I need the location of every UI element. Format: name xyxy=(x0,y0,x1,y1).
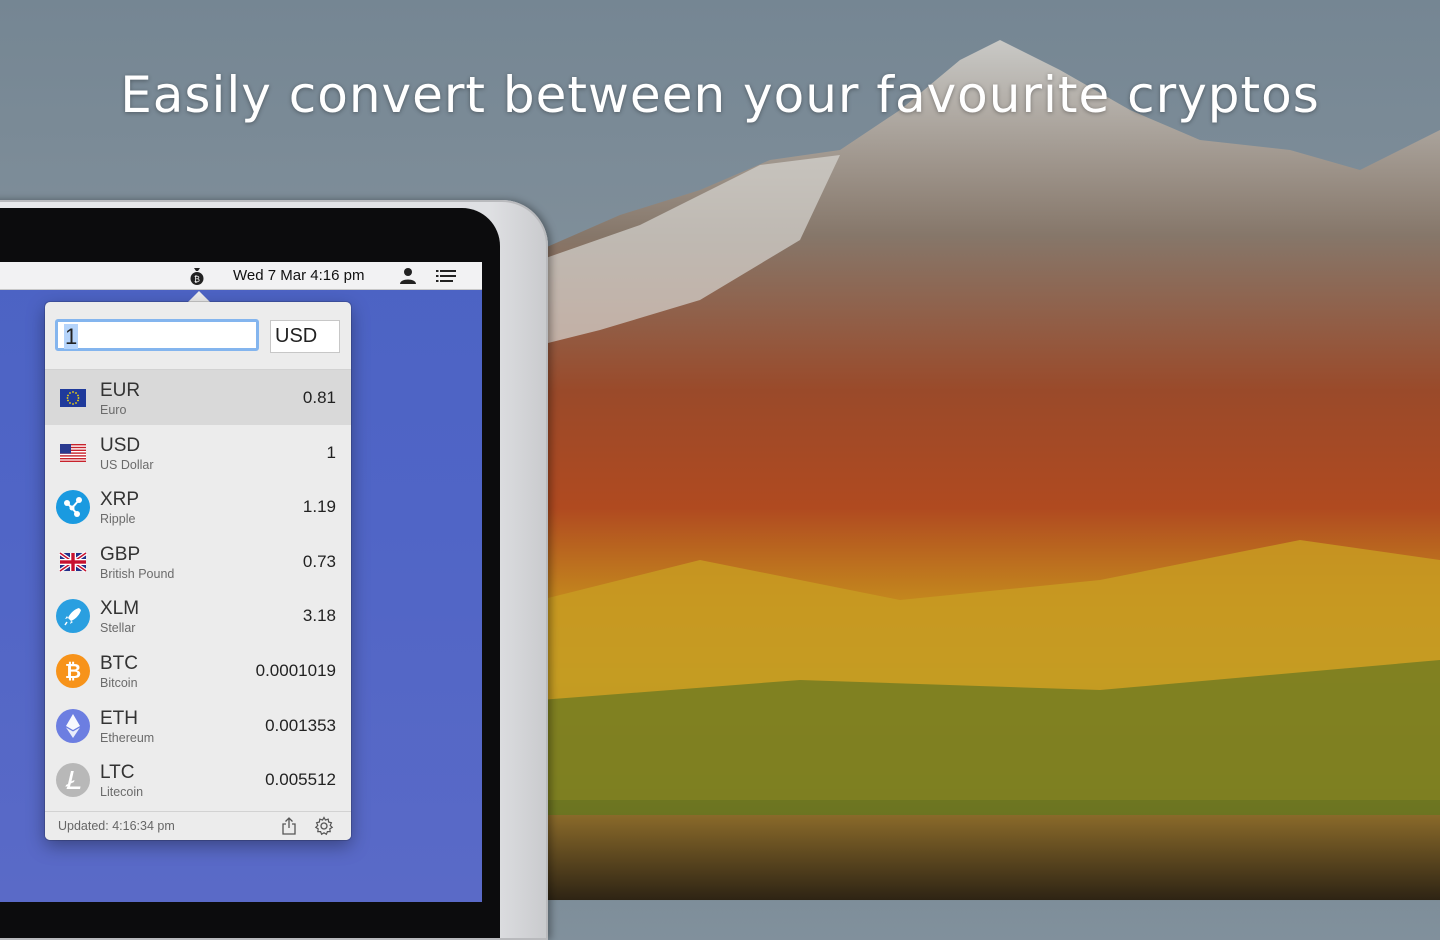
currency-name: Euro xyxy=(100,403,127,417)
base-currency-field[interactable]: USD xyxy=(270,320,340,353)
litecoin-icon xyxy=(55,762,91,798)
menu-bar: ₿ Wed 7 Mar 4:16 pm xyxy=(0,262,482,290)
converter-popover: 1 USD EUR Euro 0.81 USD US Dollar 1 XRP … xyxy=(45,302,351,840)
share-icon[interactable] xyxy=(281,817,297,840)
svg-text:₿: ₿ xyxy=(194,275,200,284)
stellar-rocket-icon xyxy=(55,598,91,634)
amount-input[interactable]: 1 xyxy=(55,319,259,351)
list-item-xrp[interactable]: XRP Ripple 1.19 xyxy=(45,479,351,534)
currency-code: ETH xyxy=(100,707,138,729)
currency-name: Stellar xyxy=(100,621,136,636)
currency-value: 0.81 xyxy=(302,388,336,407)
currency-code: XRP xyxy=(100,489,140,511)
currency-value: 1.19 xyxy=(302,497,336,517)
headline: Easily convert between your favourite cr… xyxy=(120,66,1320,124)
uk-flag-icon xyxy=(55,544,91,580)
currency-code: EUR xyxy=(100,380,141,401)
bitcoin-icon: ₿ xyxy=(55,653,91,689)
currency-name: Litecoin xyxy=(100,785,144,800)
popover-footer: Updated: 4:16:34 pm xyxy=(45,811,351,840)
currency-name: Ethereum xyxy=(100,730,155,745)
currency-code: XLM xyxy=(100,598,140,620)
currency-value: 0.005512 xyxy=(265,770,336,790)
menubar-clock[interactable]: Wed 7 Mar 4:16 pm xyxy=(233,267,364,284)
currency-name: Ripple xyxy=(100,512,136,527)
ethereum-icon xyxy=(55,708,91,744)
currency-list: EUR Euro 0.81 USD US Dollar 1 XRP Ripple… xyxy=(45,370,351,807)
list-item-eur[interactable]: EUR Euro 0.81 xyxy=(45,370,351,425)
list-item-eth[interactable]: ETH Ethereum 0.001353 xyxy=(45,698,351,753)
gear-icon[interactable] xyxy=(314,816,334,841)
currency-name: US Dollar xyxy=(100,457,154,472)
list-item-xlm[interactable]: XLM Stellar 3.18 xyxy=(45,588,351,643)
list-item-ltc[interactable]: LTC Litecoin 0.005512 xyxy=(45,752,351,807)
list-item-btc[interactable]: ₿ BTC Bitcoin 0.0001019 xyxy=(45,643,351,698)
list-item-usd[interactable]: USD US Dollar 1 xyxy=(45,425,351,480)
currency-code: USD xyxy=(100,434,141,456)
currency-value: 0.73 xyxy=(302,551,336,571)
updated-timestamp: Updated: 4:16:34 pm xyxy=(58,819,175,833)
ripple-icon xyxy=(55,489,91,525)
money-bag-icon[interactable]: ₿ xyxy=(187,266,207,290)
currency-value: 3.18 xyxy=(302,606,336,626)
us-flag-icon xyxy=(55,435,91,471)
currency-code: GBP xyxy=(100,543,141,565)
list-item-gbp[interactable]: GBP British Pound 0.73 xyxy=(45,534,351,589)
svg-text:₿: ₿ xyxy=(65,659,81,683)
currency-name: British Pound xyxy=(100,566,175,581)
currency-code: BTC xyxy=(100,652,138,674)
list-icon[interactable] xyxy=(436,269,456,287)
popover-arrow xyxy=(188,291,210,302)
currency-value: 0.001353 xyxy=(265,715,336,735)
currency-name: Bitcoin xyxy=(100,675,138,690)
eu-flag-icon xyxy=(55,380,91,416)
user-icon[interactable] xyxy=(399,267,417,288)
currency-value: 0.0001019 xyxy=(255,660,336,680)
amount-value: 1 xyxy=(64,324,79,349)
currency-value: 1 xyxy=(326,442,336,462)
currency-code: LTC xyxy=(100,762,135,784)
